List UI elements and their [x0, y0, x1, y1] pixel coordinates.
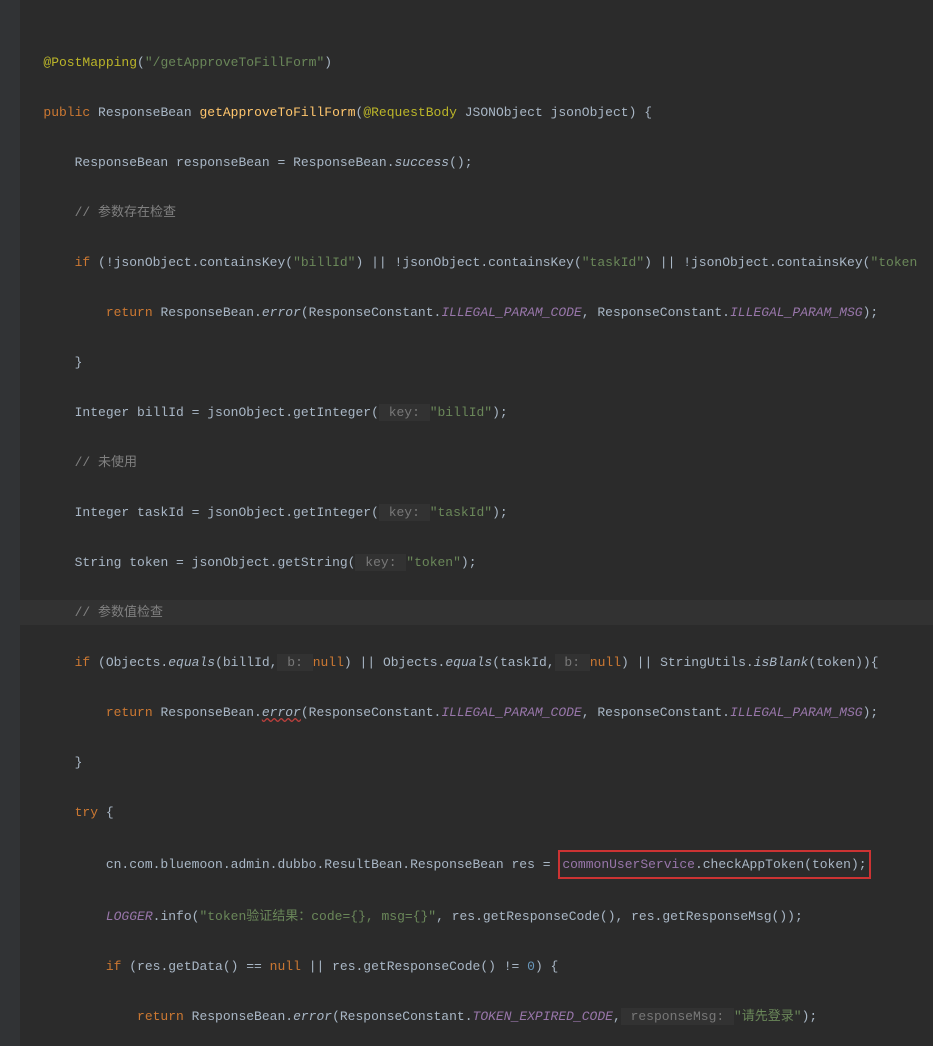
code-line: return ResponseBean.error(ResponseConsta…: [20, 700, 933, 725]
code-line: if (Objects.equals(billId, b: null) || O…: [20, 650, 933, 675]
code-line: // 参数存在检查: [20, 200, 933, 225]
code-line: if (res.getData() == null || res.getResp…: [20, 954, 933, 979]
code-line: try {: [20, 800, 933, 825]
code-line: Integer billId = jsonObject.getInteger( …: [20, 400, 933, 425]
code-line: ResponseBean responseBean = ResponseBean…: [20, 150, 933, 175]
code-line: LOGGER.info("token验证结果：code={}, msg={}",…: [20, 904, 933, 929]
code-line: // 参数值检查: [20, 600, 933, 625]
code-line: return ResponseBean.error(ResponseConsta…: [20, 1004, 933, 1029]
code-line: // 未使用: [20, 450, 933, 475]
code-line: cn.com.bluemoon.admin.dubbo.ResultBean.R…: [20, 850, 933, 879]
gutter: [0, 0, 20, 1046]
highlighted-code: commonUserService.checkAppToken(token);: [558, 850, 870, 879]
code-line: }: [20, 350, 933, 375]
code-line: Integer taskId = jsonObject.getInteger( …: [20, 500, 933, 525]
code-line: public ResponseBean getApproveToFillForm…: [20, 100, 933, 125]
code-line: }: [20, 750, 933, 775]
code-line: return ResponseBean.error(ResponseConsta…: [20, 300, 933, 325]
code-line: @PostMapping("/getApproveToFillForm"): [20, 50, 933, 75]
code-line: if (!jsonObject.containsKey("billId") ||…: [20, 250, 933, 275]
code-editor[interactable]: @PostMapping("/getApproveToFillForm") pu…: [20, 0, 933, 1046]
code-line: String token = jsonObject.getString( key…: [20, 550, 933, 575]
